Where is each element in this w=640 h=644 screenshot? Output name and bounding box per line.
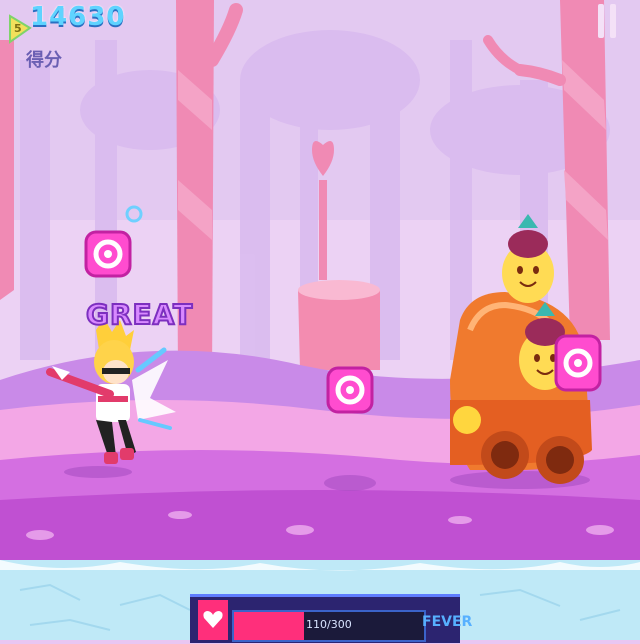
note-icon: [554, 334, 602, 392]
heart-icon: [198, 600, 228, 640]
health-text: 110/300: [306, 618, 352, 631]
score-label: 得分: [26, 50, 62, 71]
judgement-text: GREAT: [85, 297, 194, 332]
note-icon: [326, 366, 374, 414]
score-value: 14630: [30, 2, 126, 32]
health-bar-fill: [234, 612, 304, 640]
combo-badge-number: 5: [14, 22, 22, 35]
pause-icon[interactable]: [598, 4, 618, 38]
note-icon: [84, 230, 132, 278]
fever-label: FEVER: [422, 614, 473, 630]
